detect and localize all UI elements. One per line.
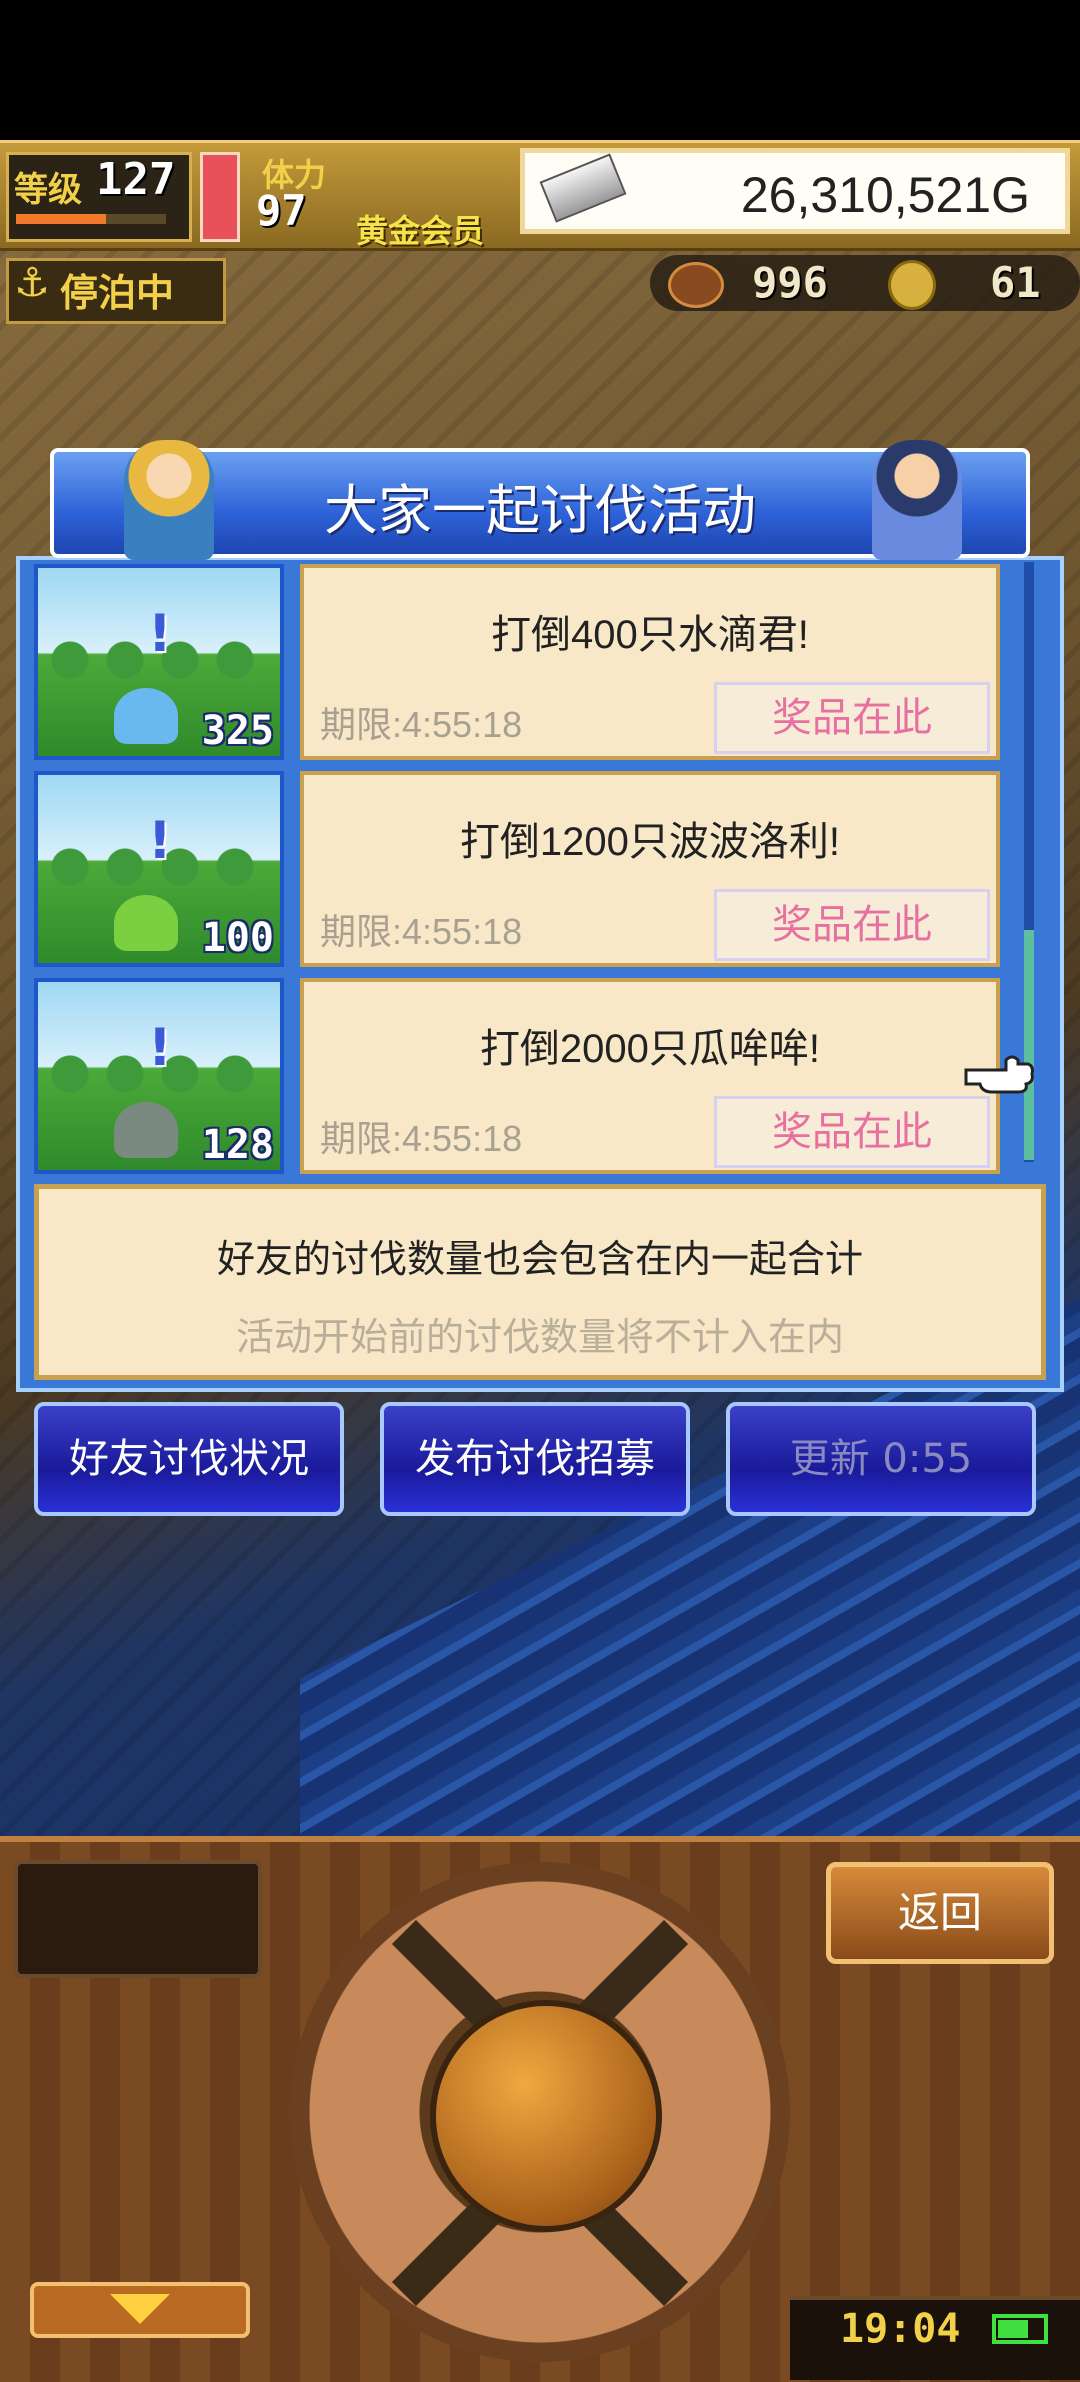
mission-row: ! 100 打倒1200只波波洛利! 期限:4:55:18 奖品在此 xyxy=(30,771,1000,971)
prize-button[interactable]: 奖品在此 xyxy=(714,1096,990,1168)
exp-bar-fill xyxy=(16,214,106,224)
empty-slot xyxy=(14,1860,262,1978)
stamina-gauge xyxy=(200,152,240,242)
mission-deadline: 期限:4:55:18 xyxy=(320,704,523,745)
mission-row: ! 325 打倒400只水滴君! 期限:4:55:18 奖品在此 xyxy=(30,564,1000,764)
resource-2-value: 61 xyxy=(990,258,1041,307)
armored-monster-icon xyxy=(114,1102,178,1158)
defeat-count: 128 xyxy=(201,1122,274,1168)
resource-1-value: 996 xyxy=(752,258,828,307)
exclamation-icon: ! xyxy=(148,811,172,871)
monster-thumbnail: ! 100 xyxy=(34,771,284,967)
green-monster-icon xyxy=(114,895,178,951)
info-line-2: 活动开始前的讨伐数量将不计入在内 xyxy=(235,1317,844,1359)
level-label: 等级 xyxy=(14,170,82,210)
membership-badge[interactable]: 黄金会员 xyxy=(356,206,484,252)
stamina-value: 97 xyxy=(256,186,307,235)
action-button[interactable] xyxy=(430,2000,662,2232)
friend-status-button[interactable]: 好友讨伐状况 xyxy=(34,1402,344,1516)
water-drop-monster-icon xyxy=(114,688,178,744)
mission-row: ! 128 打倒2000只瓜哞哞! 期限:4:55:18 奖品在此 xyxy=(30,978,1000,1178)
mission-card: 打倒2000只瓜哞哞! 期限:4:55:18 奖品在此 xyxy=(300,978,1000,1174)
mission-card: 打倒1200只波波洛利! 期限:4:55:18 奖品在此 xyxy=(300,771,1000,967)
prize-button[interactable]: 奖品在此 xyxy=(714,682,990,754)
defeat-count: 325 xyxy=(201,708,274,754)
mission-deadline: 期限:4:55:18 xyxy=(320,911,523,952)
back-button[interactable]: 返回 xyxy=(826,1862,1054,1964)
post-recruit-button[interactable]: 发布讨伐招募 xyxy=(380,1402,690,1516)
bronze-coin-icon xyxy=(668,262,724,308)
money-value: 26,310,521G xyxy=(740,167,1030,223)
exclamation-icon: ! xyxy=(148,604,172,664)
refresh-button[interactable]: 更新 0:55 xyxy=(726,1402,1036,1516)
mission-deadline: 期限:4:55:18 xyxy=(320,1118,523,1159)
mission-title: 打倒2000只瓜哞哞! xyxy=(479,1027,821,1071)
dialog-title: 大家一起讨伐活动 xyxy=(324,479,756,542)
level-value: 127 xyxy=(96,154,176,205)
clock-time: 19:04 xyxy=(840,2306,961,2352)
info-line-1: 好友的讨伐数量也会包含在内一起合计 xyxy=(216,1239,863,1281)
mission-card: 打倒400只水滴君! 期限:4:55:18 奖品在此 xyxy=(300,564,1000,760)
battery-level xyxy=(998,2320,1028,2338)
defeat-count: 100 xyxy=(201,915,274,961)
mission-title: 打倒400只水滴君! xyxy=(491,613,809,657)
prize-button[interactable]: 奖品在此 xyxy=(714,889,990,961)
anchor-icon: ⚓ xyxy=(14,260,50,306)
pointer-hand-icon xyxy=(964,1055,1034,1094)
scrollbar-thumb[interactable] xyxy=(1024,930,1034,1160)
monster-thumbnail: ! 128 xyxy=(34,978,284,1174)
mission-title: 打倒1200只波波洛利! xyxy=(459,820,841,864)
triangle-down-icon xyxy=(110,2294,170,2324)
gold-coin-icon xyxy=(888,260,936,310)
monster-thumbnail: ! 325 xyxy=(34,564,284,760)
exclamation-icon: ! xyxy=(148,1018,172,1078)
ship-status: 停泊中 xyxy=(60,271,175,315)
